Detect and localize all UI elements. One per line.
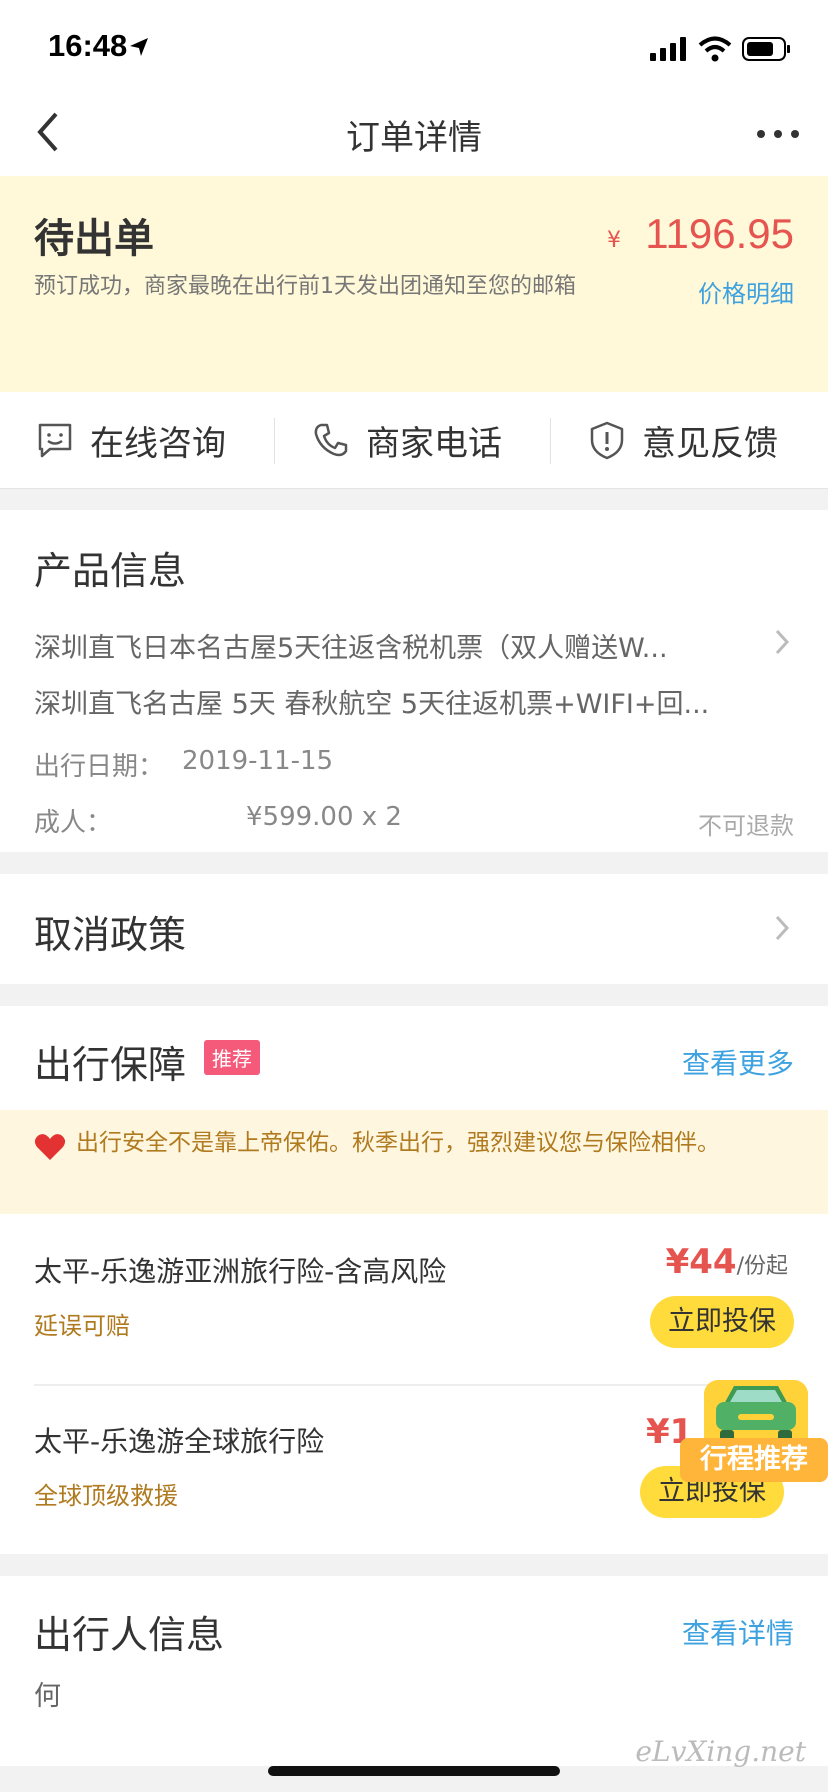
action-divider xyxy=(274,418,275,464)
cancel-policy-title: 取消政策 xyxy=(34,913,187,957)
phone-icon xyxy=(314,423,348,457)
status-icons xyxy=(650,36,792,62)
travel-date-value: 2019-11-15 xyxy=(182,746,334,776)
more-options-icon[interactable] xyxy=(756,128,800,140)
safety-notice-text: 出行安全不是靠上帝保佑。秋季出行，强烈建议您与保险相伴。 xyxy=(76,1130,720,1156)
chevron-right-icon[interactable] xyxy=(774,628,790,656)
signal-icon xyxy=(650,37,686,61)
product-subtitle: 深圳直飞名古屋 5天 春秋航空 5天往返机票+WIFI+回... xyxy=(34,689,710,720)
product-name[interactable]: 深圳直飞日本名古屋5天往返含税机票（双人赠送W... xyxy=(34,626,734,665)
status-bar: 16:48 xyxy=(0,0,828,92)
trip-recommend-label: 行程推荐 xyxy=(680,1438,828,1482)
travel-date-label: 出行日期： xyxy=(34,752,165,782)
insurance-price-unit: /份起 xyxy=(736,1254,788,1279)
home-indicator[interactable] xyxy=(268,1766,560,1776)
feedback-icon xyxy=(590,421,624,460)
cancel-policy-row[interactable]: 取消政策 xyxy=(0,874,828,984)
insurance-section-title: 出行保障 xyxy=(34,1043,187,1087)
chevron-right-icon xyxy=(775,915,790,941)
buy-insurance-button[interactable]: 立即投保 xyxy=(650,1296,794,1348)
heart-icon xyxy=(34,1134,66,1160)
feedback-button[interactable]: 意见反馈 xyxy=(588,392,778,488)
battery-icon xyxy=(742,37,790,61)
watermark: eLvXing.net xyxy=(635,1735,806,1768)
order-status-title: 待出单 xyxy=(34,216,154,262)
status-time: 16:48 xyxy=(48,28,128,63)
insurance-name[interactable]: 太平-乐逸游亚洲旅行险-含高风险 xyxy=(34,1250,446,1290)
location-arrow-icon xyxy=(130,38,148,56)
view-more-link[interactable]: 查看更多 xyxy=(682,1042,794,1082)
product-info-card: 产品信息 深圳直飞日本名古屋5天往返含税机票（双人赠送W... 深圳直飞名古屋 … xyxy=(0,510,828,852)
order-status-panel: 待出单 预订成功，商家最晚在出行前1天发出团通知至您的邮箱 ¥ 1196.95 … xyxy=(0,176,828,392)
action-bar: 在线咨询 商家电话 意见反馈 xyxy=(0,392,828,489)
merchant-phone-button[interactable]: 商家电话 xyxy=(312,392,502,488)
insurance-name[interactable]: 太平-乐逸游全球旅行险 xyxy=(34,1420,324,1460)
chat-icon xyxy=(38,423,72,458)
traveler-section-title: 出行人信息 xyxy=(34,1613,225,1657)
adult-label: 成人： xyxy=(34,808,113,838)
refund-status: 不可退款 xyxy=(698,812,794,840)
online-consult-button[interactable]: 在线咨询 xyxy=(36,392,226,488)
wifi-icon xyxy=(698,36,732,62)
safety-notice: 出行安全不是靠上帝保佑。秋季出行，强烈建议您与保险相伴。 xyxy=(0,1110,828,1214)
insurance-feature: 延误可赔 xyxy=(34,1312,130,1340)
insurance-price-value: ¥44 xyxy=(665,1242,737,1282)
adult-price: ¥599.00 x 2 xyxy=(246,802,402,832)
order-total-price: 1196.95 xyxy=(645,210,794,257)
nav-bar: 订单详情 xyxy=(0,92,828,177)
view-detail-link[interactable]: 查看详情 xyxy=(682,1612,794,1652)
trip-recommend-float[interactable]: 行程推荐 xyxy=(680,1374,828,1490)
page-title: 订单详情 xyxy=(346,118,482,158)
insurance-price: ¥44 /份起 xyxy=(666,1242,788,1282)
action-divider xyxy=(550,418,551,464)
product-section-title: 产品信息 xyxy=(34,549,187,593)
price-currency: ¥ xyxy=(607,228,621,253)
recommend-tag: 推荐 xyxy=(204,1040,260,1075)
online-consult-label: 在线咨询 xyxy=(90,423,226,464)
price-detail-link[interactable]: 价格明细 xyxy=(698,274,794,309)
insurance-feature: 全球顶级救援 xyxy=(34,1482,178,1510)
order-status-description: 预订成功，商家最晚在出行前1天发出团通知至您的邮箱 xyxy=(34,274,576,299)
feedback-label: 意见反馈 xyxy=(642,423,778,464)
traveler-name: 何 xyxy=(34,1681,61,1712)
merchant-phone-label: 商家电话 xyxy=(366,423,502,464)
